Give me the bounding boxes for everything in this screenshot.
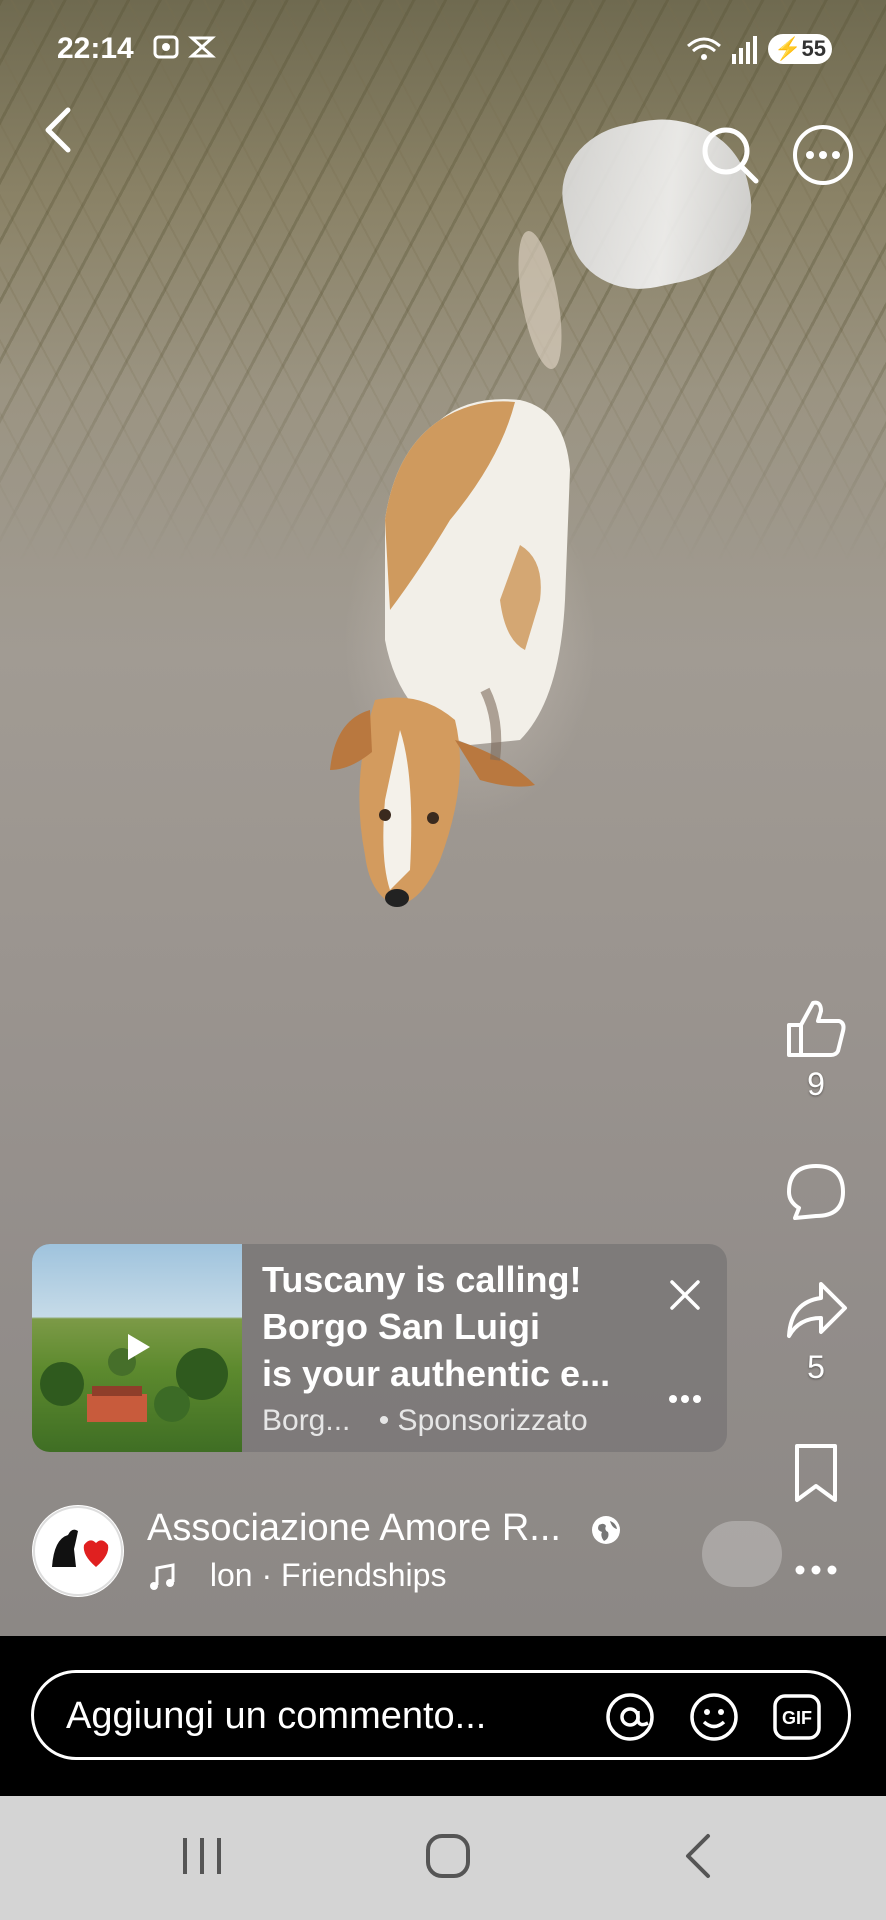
comment-action[interactable] <box>776 1160 856 1231</box>
ad-title-line1: Tuscany is calling! <box>262 1259 582 1300</box>
author-name[interactable]: Associazione Amore R... <box>147 1507 622 1550</box>
like-icon <box>787 1000 846 1057</box>
author-row: Associazione Amore R... lon · Friendship… <box>32 1505 872 1605</box>
more-options-button[interactable] <box>790 122 856 188</box>
author-avatar[interactable] <box>32 1505 124 1597</box>
status-left-icons <box>150 32 220 69</box>
home-icon[interactable] <box>424 1832 472 1880</box>
music-title: lon · Friendships <box>209 1557 447 1593</box>
ad-meta: Borg... • Sponsorizzato <box>262 1404 588 1438</box>
ad-text: Tuscany is calling! Borgo San Luigi is y… <box>262 1256 682 1397</box>
sponsored-ad-card[interactable]: Tuscany is calling! Borgo San Luigi is y… <box>32 1244 727 1452</box>
comment-bar: Aggiungi un commento... GIF <box>0 1636 886 1796</box>
search-icon <box>702 127 759 184</box>
charging-icon: ⚡ <box>774 36 802 61</box>
author-name-text: Associazione Amore R... <box>147 1507 561 1549</box>
globe-icon <box>591 1515 620 1544</box>
mention-icon[interactable] <box>604 1691 656 1743</box>
ad-close-button[interactable] <box>660 1270 710 1320</box>
more-dots-icon <box>669 1395 701 1403</box>
battery-indicator: ⚡ 55 <box>768 34 832 64</box>
share-action[interactable]: 5 <box>776 1278 856 1386</box>
share-count: 5 <box>807 1349 825 1385</box>
nav-back-icon[interactable] <box>678 1832 718 1880</box>
ad-sponsored-label: • Sponsorizzato <box>378 1404 588 1437</box>
bookmark-icon <box>795 1444 837 1502</box>
emoji-icon[interactable] <box>688 1691 740 1743</box>
audio-thumbnail[interactable] <box>702 1521 782 1587</box>
svg-text:GIF: GIF <box>782 1708 812 1728</box>
ad-more-button[interactable] <box>660 1384 710 1414</box>
comment-icon <box>787 1164 845 1220</box>
status-time: 22:14 <box>57 32 134 65</box>
recent-apps-icon[interactable] <box>180 1834 224 1878</box>
play-icon <box>128 1334 150 1360</box>
comment-input[interactable]: Aggiungi un commento... GIF <box>31 1670 851 1760</box>
battery-level: 55 <box>801 36 826 61</box>
music-note-icon <box>150 1562 175 1590</box>
close-icon <box>670 1280 700 1310</box>
back-arrow-icon <box>45 107 71 153</box>
share-icon <box>787 1282 847 1338</box>
ad-thumbnail[interactable] <box>32 1244 242 1452</box>
ad-advertiser[interactable]: Borg... <box>262 1404 350 1437</box>
comment-placeholder: Aggiungi un commento... <box>66 1695 487 1737</box>
screenshot-icon <box>153 35 216 59</box>
association-logo <box>33 1506 123 1596</box>
music-info[interactable]: lon · Friendships <box>147 1557 446 1594</box>
gif-icon[interactable]: GIF <box>772 1693 822 1741</box>
like-action[interactable]: 9 <box>776 995 856 1103</box>
back-button[interactable] <box>28 100 88 160</box>
more-icon <box>793 125 853 185</box>
search-button[interactable] <box>695 120 765 190</box>
save-action[interactable] <box>776 1440 856 1511</box>
wifi-signal-icon <box>687 36 757 64</box>
like-count: 9 <box>807 1066 825 1102</box>
system-nav-bar <box>0 1796 886 1920</box>
ad-title-line3: is your authentic e... <box>262 1353 611 1394</box>
ad-title-line2: Borgo San Luigi <box>262 1306 540 1347</box>
